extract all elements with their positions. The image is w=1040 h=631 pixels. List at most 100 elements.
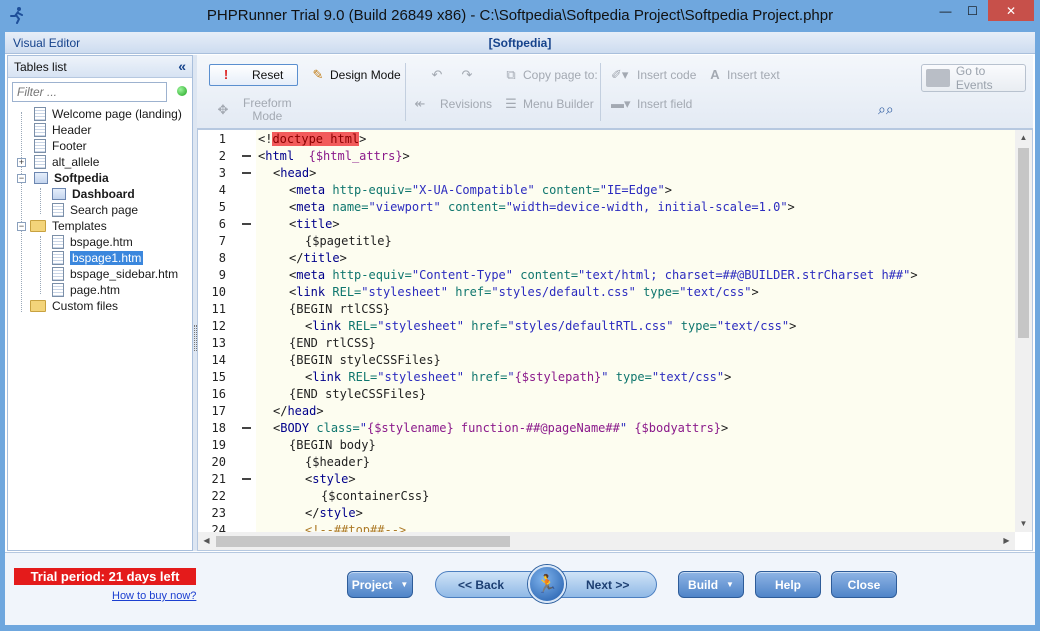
folder-icon (30, 300, 46, 312)
redo-icon[interactable]: ↷ (459, 67, 479, 83)
line-number: 13 (211, 336, 226, 350)
scroll-down-icon[interactable]: ▼ (1015, 516, 1032, 532)
scroll-up-icon[interactable]: ▲ (1015, 130, 1032, 146)
line-number-gutter: 1 2 3 4 5 6 7 8 9 10 11 12 13 14 15 16 17 18 19 20 21 22 23 24 (198, 130, 256, 537)
revisions-button[interactable]: ↞ Revisions (412, 96, 492, 112)
fold-marker-icon[interactable] (242, 427, 251, 429)
code-editor[interactable]: 1 2 3 4 5 6 7 8 9 10 11 12 13 14 15 16 17 18 19 20 21 22 23 24 … (197, 129, 1033, 551)
code-line: {BEGIN rtlCSS} (289, 302, 391, 316)
speech-bubble-icon (926, 69, 950, 87)
tables-list-title: Tables list (14, 60, 67, 74)
minimize-button[interactable]: — (932, 0, 959, 21)
design-mode-button[interactable]: ✎ Design Mode (310, 67, 401, 83)
line-number: 22 (211, 489, 226, 503)
title-bar: PHPRunner Trial 9.0 (Build 26849 x86) - … (0, 0, 1040, 32)
code-line: </style> (305, 506, 363, 520)
fold-marker-icon[interactable] (242, 478, 251, 480)
tree-item-templates[interactable]: Templates (30, 218, 107, 234)
insert-code-icon: ✐▾ (611, 67, 629, 82)
dashboard-icon (34, 172, 48, 184)
collapse-icon[interactable]: − (17, 174, 26, 183)
tree-item-bspage1[interactable]: bspage1.htm (52, 250, 144, 266)
tree-connector (40, 188, 41, 214)
exclamation-icon: ! (223, 67, 229, 82)
tree-item-footer[interactable]: Footer (34, 138, 87, 154)
insert-field-button[interactable]: ▬▾ Insert field (611, 96, 692, 112)
visual-editor-header: Visual Editor [Softpedia] (5, 32, 1035, 54)
client-area: Visual Editor [Softpedia] Tables list « … (5, 32, 1035, 625)
folder-icon (30, 220, 46, 232)
line-number: 2 (218, 149, 226, 163)
line-number: 5 (218, 200, 226, 214)
go-to-events-button[interactable]: Go to Events (921, 64, 1026, 92)
close-window-button[interactable]: ✕ (988, 0, 1034, 21)
scroll-left-icon[interactable]: ◀ (198, 533, 215, 549)
reset-button[interactable]: ! Reset (209, 64, 298, 86)
tree-connector (21, 112, 22, 312)
dashboard-icon (52, 188, 66, 200)
tree-item-welcome-page[interactable]: Welcome page (landing) (34, 106, 182, 122)
fold-marker-icon[interactable] (242, 155, 251, 157)
fold-marker-icon[interactable] (242, 172, 251, 174)
tree-item-dashboard[interactable]: Dashboard (52, 186, 135, 202)
text-a-icon: A (710, 67, 720, 82)
horizontal-scroll-thumb[interactable] (216, 536, 510, 547)
fold-marker-icon[interactable] (242, 223, 251, 225)
freeform-mode-button[interactable]: ✥ Freeform Mode (215, 97, 292, 123)
line-number: 19 (211, 438, 226, 452)
tree-item-header[interactable]: Header (34, 122, 91, 138)
application-window: PHPRunner Trial 9.0 (Build 26849 x86) - … (0, 0, 1040, 631)
code-line: <title> (289, 217, 340, 231)
file-icon (52, 283, 64, 297)
tree-item-custom-files[interactable]: Custom files (30, 298, 118, 314)
tree-item-page[interactable]: page.htm (52, 282, 120, 298)
status-indicator-icon (177, 86, 187, 96)
wizard-footer: Trial period: 21 days left How to buy no… (5, 552, 1035, 625)
vertical-scroll-thumb[interactable] (1018, 148, 1029, 338)
maximize-button[interactable]: ☐ (959, 0, 986, 21)
undo-icon[interactable]: ↶ (429, 67, 449, 83)
menu-builder-button[interactable]: ☰ Menu Builder (503, 96, 594, 112)
filter-input[interactable] (12, 82, 167, 102)
tables-list-header: Tables list « (8, 56, 192, 78)
help-button[interactable]: Help (755, 571, 821, 598)
tree-item-softpedia[interactable]: Softpedia (34, 170, 109, 186)
scroll-right-icon[interactable]: ▶ (998, 533, 1015, 549)
collapse-panel-icon[interactable]: « (178, 58, 186, 74)
code-text-area[interactable]: <!doctype html> <html {$html_attrs}> <he… (256, 130, 1015, 532)
expand-icon[interactable]: + (17, 158, 26, 167)
toolbar-separator (405, 63, 406, 121)
line-number: 4 (218, 183, 226, 197)
line-number: 21 (211, 472, 226, 486)
binoculars-icon[interactable]: ⌕⌕ (878, 101, 894, 118)
editor-toolbar: ! Reset ✎ Design Mode ✥ Freeform Mode ↶ … (197, 55, 1033, 129)
file-icon (52, 267, 64, 281)
how-to-buy-link[interactable]: How to buy now? (112, 590, 196, 602)
tree-item-bspage-sidebar[interactable]: bspage_sidebar.htm (52, 266, 178, 282)
project-button[interactable]: Project ▼ (347, 571, 413, 598)
vertical-scrollbar[interactable]: ▲ ▼ (1015, 130, 1032, 532)
code-line: <!--##top##--> (305, 523, 407, 532)
collapse-icon[interactable]: − (17, 222, 26, 231)
file-icon (52, 251, 64, 265)
line-number: 20 (211, 455, 226, 469)
line-number: 1 (218, 132, 226, 146)
insert-field-icon: ▬▾ (611, 96, 631, 111)
insert-text-button[interactable]: A Insert text (707, 67, 779, 83)
tree-item-search-page[interactable]: Search page (52, 202, 138, 218)
code-line: {BEGIN styleCSSFiles} (289, 353, 441, 367)
page-icon (52, 203, 64, 217)
dropdown-arrow-icon: ▼ (400, 580, 409, 589)
close-button[interactable]: Close (831, 571, 897, 598)
build-button[interactable]: Build ▼ (678, 571, 744, 598)
tree-item-bspage[interactable]: bspage.htm (52, 234, 133, 250)
insert-code-button[interactable]: ✐▾ Insert code (611, 67, 696, 83)
horizontal-scrollbar[interactable]: ◀ ▶ (198, 532, 1015, 550)
code-line: <meta name="viewport" content="width=dev… (289, 200, 795, 214)
tree-item-alt-allele[interactable]: alt_allele (34, 154, 99, 170)
runner-icon[interactable]: 🏃 (528, 565, 566, 603)
copy-page-button[interactable]: ⧉ Copy page to: (503, 67, 597, 83)
code-line: <BODY class="{$stylename} function-##@pa… (273, 421, 729, 435)
line-number: 16 (211, 387, 226, 401)
code-line: <link REL="stylesheet" href="styles/defa… (289, 285, 759, 299)
